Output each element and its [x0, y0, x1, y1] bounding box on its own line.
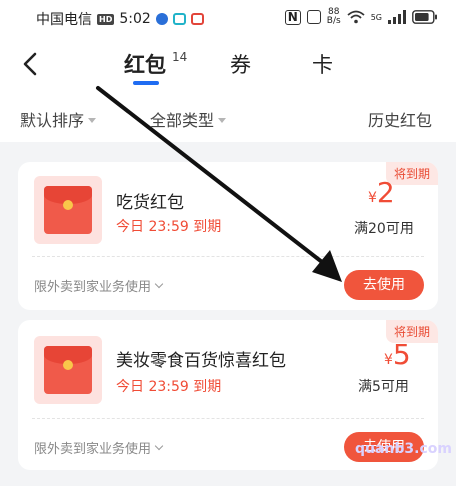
carrier-name: 中国电信 — [36, 12, 92, 28]
network-speed-unit: B/s — [326, 16, 341, 26]
coupon-amount: ¥5 — [384, 338, 411, 371]
scope-label: 限外卖到家业务使用 — [34, 280, 152, 295]
coupon-scope-toggle[interactable]: 限外卖到家业务使用 — [34, 276, 164, 295]
coupon-scope-toggle[interactable]: 限外卖到家业务使用 — [34, 438, 164, 457]
nfc-icon: N — [284, 9, 301, 25]
red-envelope-icon — [34, 176, 102, 244]
coupon-name: 吃货红包 — [116, 193, 184, 213]
currency-symbol: ¥ — [368, 190, 377, 206]
status-left: 中国电信 HD 5:02 — [36, 9, 204, 29]
battery-icon — [412, 10, 438, 24]
divider — [32, 418, 424, 419]
wifi-icon — [347, 10, 365, 24]
amount-value: 2 — [376, 176, 395, 209]
app-notification-icon — [155, 13, 168, 25]
red-envelope-icon — [34, 336, 102, 404]
divider — [32, 256, 424, 257]
coupon-amount: ¥2 — [368, 176, 395, 209]
status-right: N 88 B/s 5G — [284, 8, 438, 26]
history-label: 历史红包 — [368, 111, 433, 130]
vibrate-icon — [306, 10, 321, 24]
status-bar: 中国电信 HD 5:02 N 88 B/s 5G — [0, 0, 456, 36]
tab-ka[interactable]: 卡 — [312, 49, 333, 79]
tab-hongbao-count: 14 — [172, 50, 188, 64]
scope-label: 限外卖到家业务使用 — [34, 442, 152, 457]
currency-symbol: ¥ — [384, 352, 393, 368]
back-button[interactable] — [16, 48, 46, 80]
caret-down-icon — [218, 117, 227, 123]
hd-badge: HD — [97, 13, 115, 25]
history-link[interactable]: 历史红包 — [368, 107, 432, 131]
app-notification-icon — [190, 13, 204, 25]
coupon-expire: 今日 23:59 到期 — [116, 219, 222, 235]
signal-gen-label: 5G — [370, 12, 382, 22]
watermark: quanb3.com — [355, 441, 452, 457]
chevron-down-icon — [154, 279, 164, 289]
coupon-threshold: 满5可用 — [358, 379, 409, 395]
app-notification-icon — [172, 13, 186, 25]
coupon-expire: 今日 23:59 到期 — [116, 379, 222, 395]
header: 红包 14 券 卡 — [0, 36, 456, 94]
active-tab-indicator — [133, 81, 159, 85]
sort-dropdown[interactable]: 默认排序 — [20, 107, 97, 131]
coupon-name: 美妆零食百货惊喜红包 — [116, 351, 286, 371]
tab-hongbao[interactable]: 红包 — [124, 49, 166, 79]
sort-label: 默认排序 — [20, 111, 85, 130]
coupon-threshold: 满20可用 — [354, 221, 414, 237]
type-label: 全部类型 — [150, 111, 215, 130]
filter-bar: 默认排序 全部类型 历史红包 — [0, 94, 456, 142]
coupon-card: 将到期 吃货红包 今日 23:59 到期 ¥2 满20可用 限外卖到家业务使用 … — [18, 162, 438, 310]
network-speed: 88 B/s — [327, 8, 341, 26]
caret-down-icon — [88, 117, 97, 123]
chevron-down-icon — [154, 441, 164, 451]
back-arrow-icon — [23, 52, 37, 76]
tab-quan[interactable]: 券 — [230, 49, 251, 79]
signal-icon — [388, 10, 406, 24]
status-time: 5:02 — [119, 11, 151, 27]
type-dropdown[interactable]: 全部类型 — [150, 107, 227, 131]
use-button[interactable]: 去使用 — [344, 270, 424, 300]
amount-value: 5 — [392, 338, 411, 371]
